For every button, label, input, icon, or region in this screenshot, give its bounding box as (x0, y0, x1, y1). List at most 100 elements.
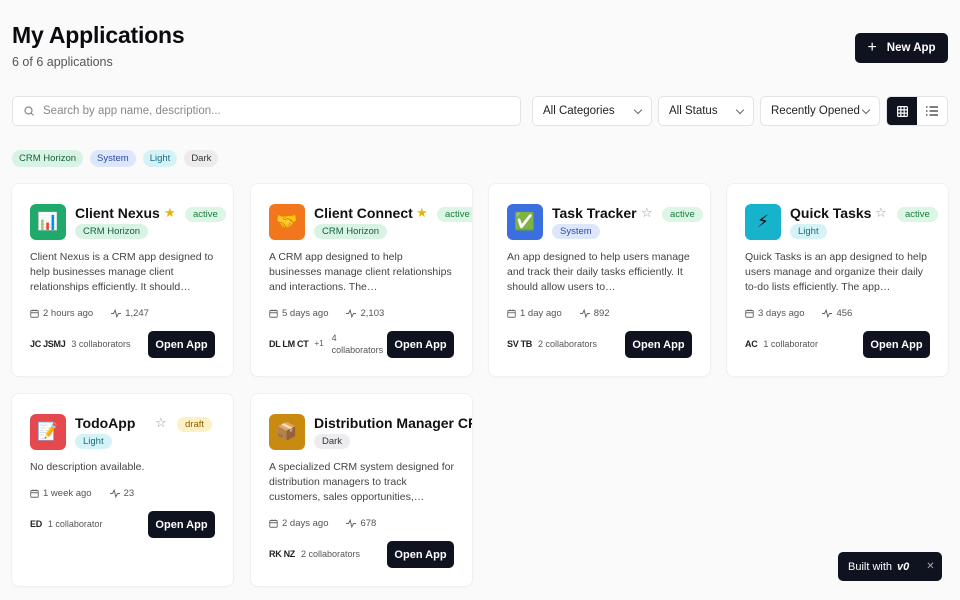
app-meta: 1 day ago 892 (507, 308, 610, 319)
view-count: 456 (836, 308, 853, 319)
activity-icon (109, 489, 120, 498)
activity-icon (111, 309, 122, 318)
status-badge: draft (177, 417, 213, 432)
app-description: No description available. (30, 461, 145, 473)
app-name: Task Tracker (552, 205, 637, 221)
app-meta: 5 days ago 2,103 (269, 308, 384, 319)
app-count: 6 of 6 applications (12, 55, 113, 69)
collaborator-avatars: RK NZ (269, 549, 295, 559)
collaborator-count: 1 collaborator (47, 519, 103, 529)
category-badge: CRM Horizon (314, 224, 388, 239)
calendar-icon (269, 519, 278, 528)
collaborators: ED 1 collaborator (30, 519, 102, 529)
star-outline-icon[interactable]: ☆ (641, 206, 653, 219)
app-meta: 2 days ago 678 (269, 518, 376, 529)
star-outline-icon[interactable]: ☆ (875, 206, 887, 219)
tag-dark[interactable]: Dark (184, 150, 219, 167)
chart-icon: 📊 (30, 204, 66, 240)
last-opened: 1 week ago (43, 488, 92, 499)
collaborators: AC 1 collaborator (745, 339, 818, 349)
app-card-quick-tasks[interactable]: ⚡ Quick Tasks Light ☆ active Quick Tasks… (727, 184, 948, 376)
app-name: Client Connect (314, 205, 413, 221)
open-app-button[interactable]: Open App (148, 331, 215, 358)
app-card-client-connect[interactable]: 🤝 Client Connect CRM Horizon ★ active A … (251, 184, 472, 376)
chevron-down-icon (735, 105, 745, 114)
tag-crm-horizon[interactable]: CRM Horizon (12, 150, 84, 167)
last-opened: 5 days ago (282, 308, 329, 319)
new-app-button[interactable]: + New App (855, 33, 948, 63)
status-badge: active (897, 207, 938, 222)
open-app-button[interactable]: Open App (148, 511, 215, 538)
status-badge: active (662, 207, 703, 222)
close-icon[interactable]: ✕ (926, 561, 934, 572)
category-filter-value: All Categories (543, 105, 615, 117)
view-count: 23 (123, 488, 135, 499)
app-card-task-tracker[interactable]: ✅ Task Tracker System ☆ active An app de… (489, 184, 710, 376)
app-description: Client Nexus is a CRM app designed to he… (30, 251, 214, 293)
search-input[interactable] (43, 105, 483, 117)
collaborator-avatars: DL LM CT (269, 339, 309, 349)
collaborator-count: 2 collaborators (538, 339, 598, 349)
last-opened: 2 hours ago (43, 308, 94, 319)
status-badge: active (185, 207, 226, 222)
app-card-distribution-manager-crm[interactable]: 📦 Distribution Manager CRM Dark A specia… (251, 394, 472, 586)
view-count: 1,247 (125, 308, 149, 319)
built-with-badge[interactable]: Built with v0 ✕ (838, 552, 942, 581)
view-count: 892 (593, 308, 610, 319)
open-app-button[interactable]: Open App (387, 541, 454, 568)
app-card-client-nexus[interactable]: 📊 Client Nexus CRM Horizon ★ active Clie… (12, 184, 233, 376)
collaborator-count: 1 collaborator (763, 339, 818, 349)
activity-icon (822, 309, 833, 318)
collaborator-count: 3 collaborators (71, 339, 131, 349)
status-badge: active (437, 207, 472, 222)
app-name: Client Nexus (75, 205, 160, 221)
lightning-icon: ⚡ (745, 204, 781, 240)
list-view-button[interactable] (917, 97, 947, 125)
grid-icon (896, 105, 908, 117)
calendar-icon (30, 489, 39, 498)
collaborators: JC JSMJ 3 collaborators (30, 339, 130, 349)
activity-icon (346, 309, 357, 318)
tag-system[interactable]: System (90, 150, 136, 167)
search-icon (24, 106, 34, 116)
page-title: My Applications (12, 22, 185, 48)
last-opened: 3 days ago (758, 308, 805, 319)
app-meta: 1 week ago 23 (30, 488, 134, 499)
open-app-button[interactable]: Open App (387, 331, 454, 358)
collaborator-avatars: AC (745, 339, 758, 349)
category-filter[interactable]: All Categories (532, 96, 652, 126)
app-description: Quick Tasks is an app designed to help u… (745, 251, 927, 293)
collaborator-avatars: SV TB (507, 339, 533, 349)
category-badge: CRM Horizon (75, 224, 149, 239)
collaborators: SV TB 2 collaborators (507, 339, 597, 349)
calendar-icon (507, 309, 516, 318)
grid-view-button[interactable] (887, 97, 917, 125)
category-badge: System (552, 224, 600, 239)
category-badge: Light (75, 434, 112, 449)
open-app-button[interactable]: Open App (863, 331, 930, 358)
app-meta: 3 days ago 456 (745, 308, 852, 319)
app-card-todoapp[interactable]: 📝 TodoApp Light ☆ draft No description a… (12, 394, 233, 586)
sort-select[interactable]: Recently Opened (760, 96, 880, 126)
checkmark-icon: ✅ (507, 204, 543, 240)
last-opened: 1 day ago (520, 308, 562, 319)
search-box[interactable] (12, 96, 521, 126)
collaborator-avatars: ED (30, 519, 42, 529)
star-outline-icon[interactable]: ☆ (155, 416, 167, 429)
extra-collaborators: +1 (314, 339, 324, 348)
star-filled-icon[interactable]: ★ (164, 206, 176, 219)
app-meta: 2 hours ago 1,247 (30, 308, 149, 319)
status-filter[interactable]: All Status (658, 96, 754, 126)
calendar-icon (30, 309, 39, 318)
tag-light[interactable]: Light (142, 150, 178, 167)
new-app-label: New App (886, 42, 936, 54)
view-count: 2,103 (360, 308, 385, 319)
open-app-button[interactable]: Open App (625, 331, 692, 358)
app-description: An app designed to help users manage and… (507, 251, 690, 293)
star-filled-icon[interactable]: ★ (416, 206, 428, 219)
category-badge: Light (790, 224, 827, 239)
app-description: A CRM app designed to help businesses ma… (269, 251, 452, 293)
category-badge: Dark (314, 434, 351, 449)
handshake-icon: 🤝 (269, 204, 305, 240)
memo-icon: 📝 (30, 414, 66, 450)
